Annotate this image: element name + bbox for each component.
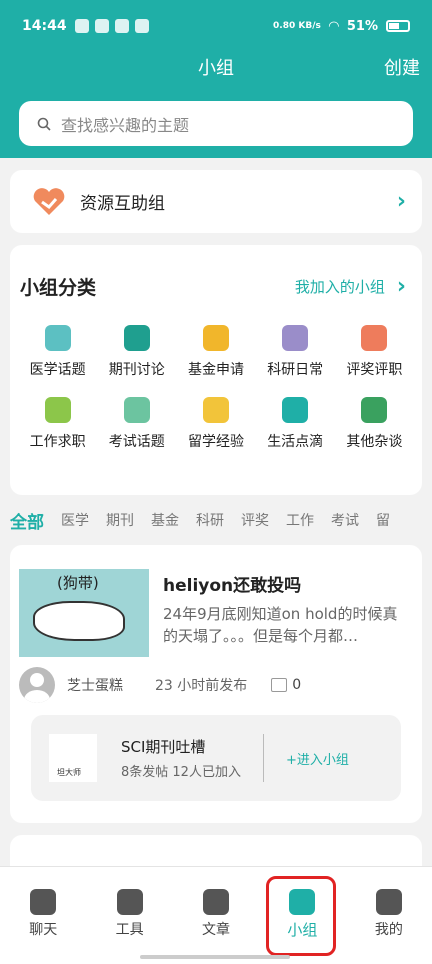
- category-label: 医学话题: [29, 362, 86, 378]
- tab-item[interactable]: 基金: [151, 510, 179, 530]
- heart-hands-icon: [33, 187, 65, 215]
- mask-icon: [44, 325, 71, 351]
- category-label: 期刊讨论: [108, 362, 165, 378]
- category-grid: 医学话题 期刊讨论 基金申请 科研日常 评奖评职工作求职 考试话题 留学经验 生活点滴 其他杂谈: [18, 325, 414, 451]
- search-input[interactable]: 查找感兴趣的主题: [19, 101, 413, 146]
- category-card: 小组分类 我加入的小组 › 医学话题 期刊讨论 基金申请 科研日常 评奖评职工作求职 考试…: [10, 245, 422, 495]
- briefcase-icon: [44, 397, 71, 423]
- yen-coin-icon: [202, 325, 229, 351]
- status-bar: 14:44 0.80 KB/s ◠ 51%: [22, 14, 410, 38]
- post-card[interactable]: (狗带) heliyon还敢投吗 24年9月底刚知道on hold的时候真的天塌…: [10, 545, 422, 823]
- category-title: 小组分类: [20, 277, 97, 299]
- join-group-button[interactable]: +进入小组: [286, 749, 349, 768]
- cartoon-dog: [33, 601, 125, 641]
- comment-count: 0: [292, 677, 302, 693]
- category-item[interactable]: 基金申请: [176, 325, 255, 379]
- nav-label: 我的: [374, 922, 403, 938]
- category-label: 生活点滴: [267, 434, 324, 450]
- notification-icons: [74, 19, 149, 33]
- tab-item[interactable]: 医学: [61, 510, 89, 530]
- resource-group-label: 资源互助组: [80, 194, 165, 214]
- chevron-right-icon[interactable]: ›: [397, 274, 406, 299]
- scales-icon: [282, 325, 309, 351]
- home-indicator[interactable]: [140, 955, 290, 959]
- top-bar: 14:44 0.80 KB/s ◠ 51% 小组 创建 查找感兴趣的主题: [0, 0, 432, 158]
- battery-percent: 51%: [346, 18, 378, 34]
- nav-item[interactable]: 工具: [86, 867, 172, 964]
- tab-item[interactable]: 考试: [331, 510, 359, 530]
- avatar[interactable]: [19, 667, 55, 703]
- category-item[interactable]: 留学经验: [176, 397, 255, 451]
- tab-item[interactable]: 留: [376, 510, 390, 530]
- nav-item[interactable]: 我的: [346, 867, 432, 964]
- category-item[interactable]: 期刊讨论: [97, 325, 176, 379]
- medal-icon: [361, 325, 388, 351]
- tab-item[interactable]: 工作: [286, 510, 314, 530]
- group-card[interactable]: SCI期刊吐槽 8条发帖 12人已加入 +进入小组: [31, 715, 401, 801]
- category-item[interactable]: 医学话题: [18, 325, 97, 379]
- group-stats: 8条发帖 12人已加入: [121, 765, 241, 780]
- moon-chat-icon: [30, 889, 57, 915]
- search-placeholder: 查找感兴趣的主题: [61, 115, 190, 135]
- author-name[interactable]: 芝士蛋糕: [67, 675, 123, 695]
- scroll-icon: [123, 397, 150, 423]
- nav-label: 文章: [202, 922, 231, 938]
- page-title: 小组: [198, 58, 234, 79]
- group-logo: [49, 734, 97, 782]
- post-time: 23 小时前发布: [155, 678, 248, 694]
- highlight-box: [266, 876, 336, 956]
- open-book-icon: [203, 889, 230, 915]
- wifi-icon: ◠: [328, 18, 339, 34]
- thumbnail-caption: (狗带): [57, 574, 99, 592]
- category-label: 其他杂谈: [346, 434, 403, 450]
- category-item[interactable]: 评奖评职: [335, 325, 414, 379]
- category-tabs: 全部 医学 期刊 基金 科研 评奖 工作 考试留: [10, 508, 432, 533]
- tab-item[interactable]: 评奖: [241, 510, 269, 530]
- category-item[interactable]: 科研日常: [256, 325, 335, 379]
- category-label: 科研日常: [267, 362, 324, 378]
- bicycle-icon: [282, 397, 309, 423]
- category-item[interactable]: 工作求职: [18, 397, 97, 451]
- category-label: 考试话题: [108, 434, 165, 450]
- category-label: 基金申请: [187, 362, 244, 378]
- nav-item[interactable]: 文章: [173, 867, 259, 964]
- airplane-icon: [202, 397, 229, 423]
- category-item[interactable]: 其他杂谈: [335, 397, 414, 451]
- tab-item[interactable]: 全部: [10, 508, 44, 533]
- resource-group-row[interactable]: 资源互助组 ›: [10, 170, 422, 233]
- plant-icon: [361, 397, 388, 423]
- bottom-nav: 聊天 工具 文章 小组 我的: [0, 866, 432, 964]
- bookmark-book-icon: [123, 325, 150, 351]
- post-excerpt: 24年9月底刚知道on hold的时候真的天塌了。。。但是每个月都…: [163, 605, 398, 645]
- search-icon: [37, 117, 51, 131]
- post-thumbnail: (狗带): [19, 569, 149, 657]
- category-item[interactable]: 考试话题: [97, 397, 176, 451]
- user-icon: [375, 889, 402, 915]
- post-title[interactable]: heliyon还敢投吗: [163, 571, 301, 596]
- category-label: 评奖评职: [346, 362, 403, 378]
- nav-label: 工具: [115, 922, 144, 938]
- nav-item[interactable]: 聊天: [0, 867, 86, 964]
- status-time: 14:44: [22, 18, 67, 34]
- category-item[interactable]: 生活点滴: [256, 397, 335, 451]
- tab-item[interactable]: 科研: [196, 510, 224, 530]
- battery-icon: [386, 20, 410, 32]
- category-label: 工作求职: [29, 434, 86, 450]
- comment-icon: [271, 678, 288, 692]
- net-speed: 0.80 KB/s: [273, 21, 321, 31]
- nav-label: 聊天: [29, 922, 58, 938]
- tab-item[interactable]: 期刊: [106, 510, 134, 530]
- divider: [262, 734, 264, 782]
- group-name: SCI期刊吐槽: [121, 738, 206, 756]
- pie-chart-icon: [116, 889, 143, 915]
- my-groups-link[interactable]: 我加入的小组: [295, 276, 385, 297]
- create-button[interactable]: 创建: [384, 54, 420, 80]
- chevron-right-icon: ›: [396, 189, 406, 214]
- category-label: 留学经验: [187, 434, 244, 450]
- post-meta: 芝士蛋糕 23 小时前发布 0: [19, 667, 409, 703]
